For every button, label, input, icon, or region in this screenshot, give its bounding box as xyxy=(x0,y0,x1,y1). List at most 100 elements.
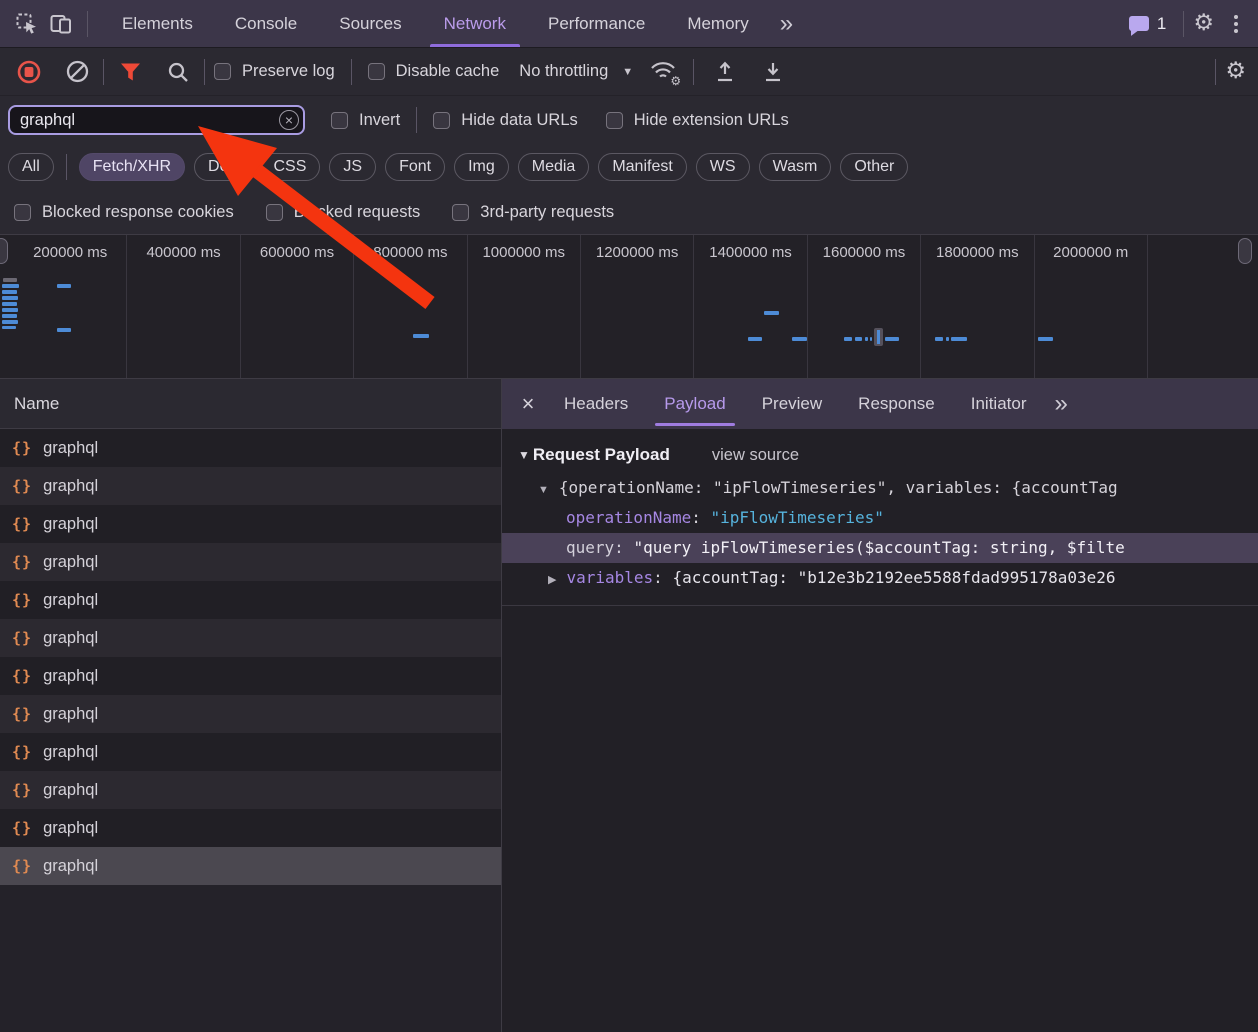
overview-left-handle[interactable] xyxy=(0,238,8,264)
request-row[interactable]: {} graphql xyxy=(0,543,501,581)
payload-preview-line[interactable]: ▼{operationName: "ipFlowTimeseries", var… xyxy=(502,473,1258,503)
request-row[interactable]: {} graphql xyxy=(0,467,501,505)
detail-tab[interactable]: Response xyxy=(840,379,953,429)
network-settings-gear-icon[interactable]: ⚙ xyxy=(1225,60,1246,83)
collapse-triangle-icon[interactable]: ▼ xyxy=(538,484,549,496)
checkbox[interactable] xyxy=(266,204,283,221)
query-line-highlighted[interactable]: query: "query ipFlowTimeseries($accountT… xyxy=(502,533,1258,563)
filter-chip[interactable]: Wasm xyxy=(759,153,832,181)
filter-options-row: Blocked response cookies Blocked request… xyxy=(0,190,1258,234)
network-filter-input[interactable] xyxy=(8,105,305,135)
panel-tab[interactable]: Performance xyxy=(527,0,666,47)
request-row[interactable]: {} graphql xyxy=(0,657,501,695)
request-payload-section[interactable]: ▼ Request Payload view source xyxy=(502,429,1258,473)
more-panels-icon[interactable]: » xyxy=(770,12,803,36)
filter-option-checkbox[interactable]: 3rd-party requests xyxy=(452,203,614,222)
clear-network-log-button[interactable] xyxy=(60,55,94,89)
panel-tab[interactable]: Elements xyxy=(101,0,214,47)
request-row[interactable]: {} graphql xyxy=(0,581,501,619)
waterfall-bar xyxy=(748,337,762,341)
network-conditions-icon[interactable]: ⚙ xyxy=(649,59,679,85)
request-name: graphql xyxy=(43,439,98,458)
filter-chip-all[interactable]: All xyxy=(8,153,54,181)
filter-chip[interactable]: Media xyxy=(518,153,590,181)
waterfall-bar xyxy=(951,337,967,341)
request-row[interactable]: {} graphql xyxy=(0,619,501,657)
filter-chip[interactable]: Img xyxy=(454,153,509,181)
request-row[interactable]: {} graphql xyxy=(0,695,501,733)
hide-extension-urls-checkbox[interactable]: Hide extension URLs xyxy=(606,111,789,130)
waterfall-bar xyxy=(870,337,872,341)
waterfall-bar xyxy=(855,337,862,341)
settings-gear-icon[interactable]: ⚙ xyxy=(1193,12,1214,35)
waterfall-bar xyxy=(885,337,899,341)
more-detail-tabs-icon[interactable]: » xyxy=(1044,392,1077,416)
preserve-log-checkbox[interactable]: Preserve log xyxy=(214,62,335,81)
waterfall-bars xyxy=(0,235,1258,378)
filter-option-checkbox[interactable]: Blocked requests xyxy=(266,203,421,222)
panel-tab[interactable]: Network xyxy=(423,0,527,47)
request-row[interactable]: {} graphql xyxy=(0,847,501,885)
filter-chip[interactable]: Manifest xyxy=(598,153,686,181)
request-row[interactable]: {} graphql xyxy=(0,771,501,809)
hide-data-urls-checkbox[interactable]: Hide data URLs xyxy=(433,111,577,130)
close-detail-icon[interactable]: × xyxy=(510,393,546,415)
topbar-right-controls: 1 ⚙ xyxy=(1129,11,1248,37)
request-row[interactable]: {} graphql xyxy=(0,809,501,847)
network-overview-timeline[interactable]: 200000 ms 400000 ms 600000 ms 800000 ms … xyxy=(0,234,1258,379)
request-row[interactable]: {} graphql xyxy=(0,505,501,543)
json-request-icon: {} xyxy=(12,515,32,533)
filter-funnel-icon[interactable] xyxy=(113,55,147,89)
export-har-icon[interactable] xyxy=(756,55,790,89)
detail-tab[interactable]: Initiator xyxy=(953,379,1045,429)
overview-right-handle[interactable] xyxy=(1238,238,1252,264)
inspect-element-icon[interactable] xyxy=(10,7,44,41)
operation-name-line: operationName: "ipFlowTimeseries" xyxy=(502,503,1258,533)
filter-chip[interactable]: Font xyxy=(385,153,445,181)
filter-chip[interactable]: JS xyxy=(329,153,376,181)
panel-tab[interactable]: Memory xyxy=(666,0,769,47)
view-source-link[interactable]: view source xyxy=(712,446,799,465)
checkbox[interactable] xyxy=(14,204,31,221)
checkbox[interactable] xyxy=(331,112,348,129)
collapse-triangle-icon[interactable]: ▼ xyxy=(518,448,530,462)
console-messages-button[interactable]: 1 xyxy=(1129,14,1166,34)
filter-chip[interactable]: Doc xyxy=(194,153,250,181)
waterfall-bar xyxy=(935,337,943,341)
detail-tab[interactable]: Payload xyxy=(646,379,743,429)
checkbox[interactable] xyxy=(452,204,469,221)
filter-option-checkbox[interactable]: Blocked response cookies xyxy=(14,203,234,222)
detail-tab[interactable]: Preview xyxy=(744,379,840,429)
request-row[interactable]: {} graphql xyxy=(0,733,501,771)
checkbox[interactable] xyxy=(606,112,623,129)
invert-checkbox[interactable]: Invert xyxy=(331,111,400,130)
kebab-menu-icon[interactable] xyxy=(1224,12,1248,36)
expand-triangle-icon[interactable]: ▶ xyxy=(548,574,556,586)
record-network-log-button[interactable] xyxy=(12,55,46,89)
checkbox[interactable] xyxy=(368,63,385,80)
panel-tabs: ElementsConsoleSourcesNetworkPerformance… xyxy=(101,0,770,47)
throttling-select[interactable]: No throttling ▼ xyxy=(519,62,633,81)
variables-line[interactable]: ▶variables: {accountTag: "b12e3b2192ee55… xyxy=(502,563,1258,593)
device-toolbar-icon[interactable] xyxy=(44,7,78,41)
search-icon[interactable] xyxy=(161,55,195,89)
name-column-header[interactable]: Name xyxy=(0,379,501,429)
filter-chip[interactable]: WS xyxy=(696,153,750,181)
panel-tab[interactable]: Console xyxy=(214,0,318,47)
checkbox[interactable] xyxy=(433,112,450,129)
filter-chip[interactable]: CSS xyxy=(259,153,320,181)
panel-tab[interactable]: Sources xyxy=(318,0,422,47)
waterfall-bar xyxy=(946,337,949,341)
detail-tab[interactable]: Headers xyxy=(546,379,646,429)
import-har-icon[interactable] xyxy=(708,55,742,89)
checkbox[interactable] xyxy=(214,63,231,80)
request-row[interactable]: {} graphql xyxy=(0,429,501,467)
json-request-icon: {} xyxy=(12,857,32,875)
payload-section-title: Request Payload xyxy=(533,445,670,465)
disable-cache-checkbox[interactable]: Disable cache xyxy=(368,62,500,81)
clear-filter-icon[interactable]: × xyxy=(279,110,299,130)
json-request-icon: {} xyxy=(12,591,32,609)
filter-chip[interactable]: Fetch/XHR xyxy=(79,153,185,181)
filter-chip[interactable]: Other xyxy=(840,153,908,181)
divider xyxy=(66,154,67,180)
